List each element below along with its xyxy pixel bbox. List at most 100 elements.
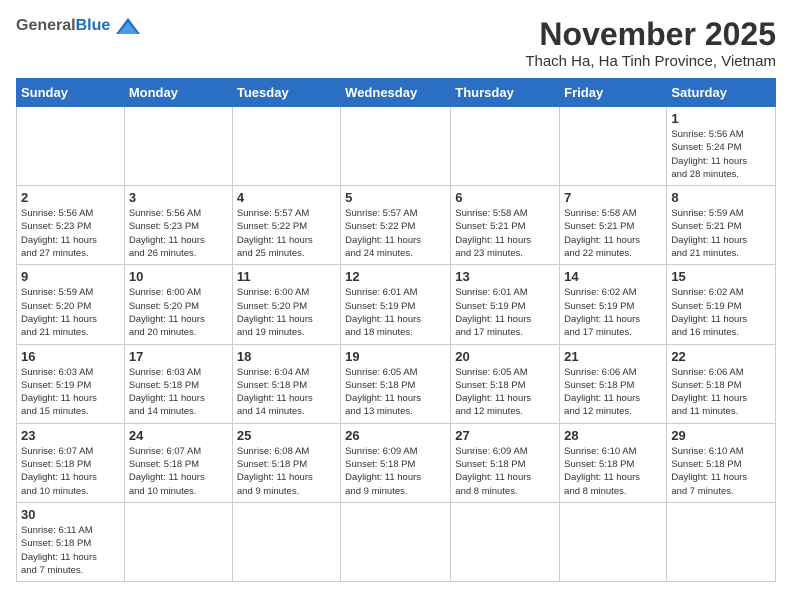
day-info: Sunrise: 5:56 AM Sunset: 5:24 PM Dayligh…	[671, 128, 771, 181]
calendar-cell: 7 Sunrise: 5:58 AM Sunset: 5:21 PM Daylig…	[560, 186, 667, 265]
calendar-cell: 1 Sunrise: 5:56 AM Sunset: 5:24 PM Daylig…	[667, 107, 776, 186]
calendar-cell: 8Sunrise: 5:59 AM Sunset: 5:21 PM Daylig…	[667, 186, 776, 265]
day-number: 19	[345, 349, 446, 364]
day-info: Sunrise: 6:00 AM Sunset: 5:20 PM Dayligh…	[129, 286, 228, 339]
calendar-cell: 22 Sunrise: 6:06 AM Sunset: 5:18 PM Dayli…	[667, 344, 776, 423]
day-info: Sunrise: 6:05 AM Sunset: 5:18 PM Dayligh…	[455, 366, 555, 419]
day-number: 24	[129, 428, 228, 443]
day-number: 10	[129, 269, 228, 284]
day-number: 18	[237, 349, 336, 364]
day-number: 3	[129, 190, 228, 205]
week-row-5: 23 Sunrise: 6:07 AM Sunset: 5:18 PM Dayli…	[17, 423, 776, 502]
day-info: Sunrise: 5:59 AM Sunset: 5:21 PM Dayligh…	[671, 207, 771, 260]
weekday-monday: Monday	[124, 79, 232, 107]
calendar-cell	[451, 502, 560, 581]
calendar-cell	[124, 107, 232, 186]
day-number: 30	[21, 507, 120, 522]
calendar-cell	[667, 502, 776, 581]
day-info: Sunrise: 6:04 AM Sunset: 5:18 PM Dayligh…	[237, 366, 336, 419]
day-number: 2	[21, 190, 120, 205]
day-info: Sunrise: 5:57 AM Sunset: 5:22 PM Dayligh…	[345, 207, 446, 260]
calendar-cell	[17, 107, 125, 186]
logo-blue-text: Blue	[76, 17, 111, 35]
day-info: Sunrise: 6:10 AM Sunset: 5:18 PM Dayligh…	[564, 445, 662, 498]
day-info: Sunrise: 5:59 AM Sunset: 5:20 PM Dayligh…	[21, 286, 120, 339]
day-number: 15	[671, 269, 771, 284]
location-title: Thach Ha, Ha Tinh Province, Vietnam	[525, 53, 776, 70]
day-number: 17	[129, 349, 228, 364]
calendar-table: SundayMondayTuesdayWednesdayThursdayFrid…	[16, 78, 776, 582]
day-info: Sunrise: 6:01 AM Sunset: 5:19 PM Dayligh…	[455, 286, 555, 339]
calendar-cell: 20Sunrise: 6:05 AM Sunset: 5:18 PM Dayli…	[451, 344, 560, 423]
calendar-cell: 3 Sunrise: 5:56 AM Sunset: 5:23 PM Daylig…	[124, 186, 232, 265]
title-area: November 2025 Thach Ha, Ha Tinh Province…	[525, 16, 776, 70]
day-number: 22	[671, 349, 771, 364]
calendar-cell: 27 Sunrise: 6:09 AM Sunset: 5:18 PM Dayli…	[451, 423, 560, 502]
day-info: Sunrise: 6:03 AM Sunset: 5:18 PM Dayligh…	[129, 366, 228, 419]
calendar-cell	[341, 107, 451, 186]
calendar-cell: 26Sunrise: 6:09 AM Sunset: 5:18 PM Dayli…	[341, 423, 451, 502]
calendar-cell: 21Sunrise: 6:06 AM Sunset: 5:18 PM Dayli…	[560, 344, 667, 423]
weekday-saturday: Saturday	[667, 79, 776, 107]
day-info: Sunrise: 5:58 AM Sunset: 5:21 PM Dayligh…	[564, 207, 662, 260]
calendar-cell: 10 Sunrise: 6:00 AM Sunset: 5:20 PM Dayli…	[124, 265, 232, 344]
week-row-6: 30 Sunrise: 6:11 AM Sunset: 5:18 PM Dayli…	[17, 502, 776, 581]
calendar-cell	[232, 502, 340, 581]
calendar-cell: 4Sunrise: 5:57 AM Sunset: 5:22 PM Daylig…	[232, 186, 340, 265]
day-number: 1	[671, 111, 771, 126]
calendar-cell	[341, 502, 451, 581]
weekday-thursday: Thursday	[451, 79, 560, 107]
calendar-cell: 19 Sunrise: 6:05 AM Sunset: 5:18 PM Dayli…	[341, 344, 451, 423]
day-number: 23	[21, 428, 120, 443]
day-info: Sunrise: 6:07 AM Sunset: 5:18 PM Dayligh…	[21, 445, 120, 498]
day-info: Sunrise: 6:08 AM Sunset: 5:18 PM Dayligh…	[237, 445, 336, 498]
weekday-friday: Friday	[560, 79, 667, 107]
day-number: 16	[21, 349, 120, 364]
calendar-cell: 18 Sunrise: 6:04 AM Sunset: 5:18 PM Dayli…	[232, 344, 340, 423]
calendar-cell: 29Sunrise: 6:10 AM Sunset: 5:18 PM Dayli…	[667, 423, 776, 502]
day-number: 27	[455, 428, 555, 443]
calendar-cell: 12 Sunrise: 6:01 AM Sunset: 5:19 PM Dayli…	[341, 265, 451, 344]
weekday-header-row: SundayMondayTuesdayWednesdayThursdayFrid…	[17, 79, 776, 107]
calendar-cell: 25 Sunrise: 6:08 AM Sunset: 5:18 PM Dayli…	[232, 423, 340, 502]
calendar-cell: 13Sunrise: 6:01 AM Sunset: 5:19 PM Dayli…	[451, 265, 560, 344]
day-info: Sunrise: 6:05 AM Sunset: 5:18 PM Dayligh…	[345, 366, 446, 419]
calendar-cell: 17 Sunrise: 6:03 AM Sunset: 5:18 PM Dayli…	[124, 344, 232, 423]
day-info: Sunrise: 6:02 AM Sunset: 5:19 PM Dayligh…	[564, 286, 662, 339]
day-info: Sunrise: 6:10 AM Sunset: 5:18 PM Dayligh…	[671, 445, 771, 498]
logo: General Blue	[16, 16, 142, 36]
calendar-cell	[560, 502, 667, 581]
day-info: Sunrise: 6:01 AM Sunset: 5:19 PM Dayligh…	[345, 286, 446, 339]
calendar-cell: 15 Sunrise: 6:02 AM Sunset: 5:19 PM Dayli…	[667, 265, 776, 344]
logo-icon	[114, 16, 142, 36]
day-number: 14	[564, 269, 662, 284]
week-row-4: 16Sunrise: 6:03 AM Sunset: 5:19 PM Dayli…	[17, 344, 776, 423]
calendar-cell	[451, 107, 560, 186]
calendar-cell: 2Sunrise: 5:56 AM Sunset: 5:23 PM Daylig…	[17, 186, 125, 265]
week-row-3: 9 Sunrise: 5:59 AM Sunset: 5:20 PM Daylig…	[17, 265, 776, 344]
day-info: Sunrise: 6:09 AM Sunset: 5:18 PM Dayligh…	[455, 445, 555, 498]
day-info: Sunrise: 6:02 AM Sunset: 5:19 PM Dayligh…	[671, 286, 771, 339]
day-info: Sunrise: 6:06 AM Sunset: 5:18 PM Dayligh…	[564, 366, 662, 419]
calendar-cell: 11Sunrise: 6:00 AM Sunset: 5:20 PM Dayli…	[232, 265, 340, 344]
header: General Blue November 2025 Thach Ha, Ha …	[16, 16, 776, 70]
calendar-cell: 6Sunrise: 5:58 AM Sunset: 5:21 PM Daylig…	[451, 186, 560, 265]
calendar-cell: 5Sunrise: 5:57 AM Sunset: 5:22 PM Daylig…	[341, 186, 451, 265]
logo-general-text: General	[16, 17, 76, 35]
day-number: 6	[455, 190, 555, 205]
month-title: November 2025	[525, 16, 776, 53]
day-number: 9	[21, 269, 120, 284]
calendar-cell: 14 Sunrise: 6:02 AM Sunset: 5:19 PM Dayli…	[560, 265, 667, 344]
day-number: 25	[237, 428, 336, 443]
week-row-2: 2 Sunrise: 5:56 AM Sunset: 5:23 PM Daylig…	[17, 186, 776, 265]
day-info: Sunrise: 6:09 AM Sunset: 5:18 PM Dayligh…	[345, 445, 446, 498]
day-number: 7	[564, 190, 662, 205]
calendar-cell: 30 Sunrise: 6:11 AM Sunset: 5:18 PM Dayli…	[17, 502, 125, 581]
day-info: Sunrise: 6:06 AM Sunset: 5:18 PM Dayligh…	[671, 366, 771, 419]
day-info: Sunrise: 6:07 AM Sunset: 5:18 PM Dayligh…	[129, 445, 228, 498]
weekday-tuesday: Tuesday	[232, 79, 340, 107]
calendar-cell: 23 Sunrise: 6:07 AM Sunset: 5:18 PM Dayli…	[17, 423, 125, 502]
day-info: Sunrise: 6:11 AM Sunset: 5:18 PM Dayligh…	[21, 524, 120, 577]
day-number: 12	[345, 269, 446, 284]
day-info: Sunrise: 5:56 AM Sunset: 5:23 PM Dayligh…	[129, 207, 228, 260]
